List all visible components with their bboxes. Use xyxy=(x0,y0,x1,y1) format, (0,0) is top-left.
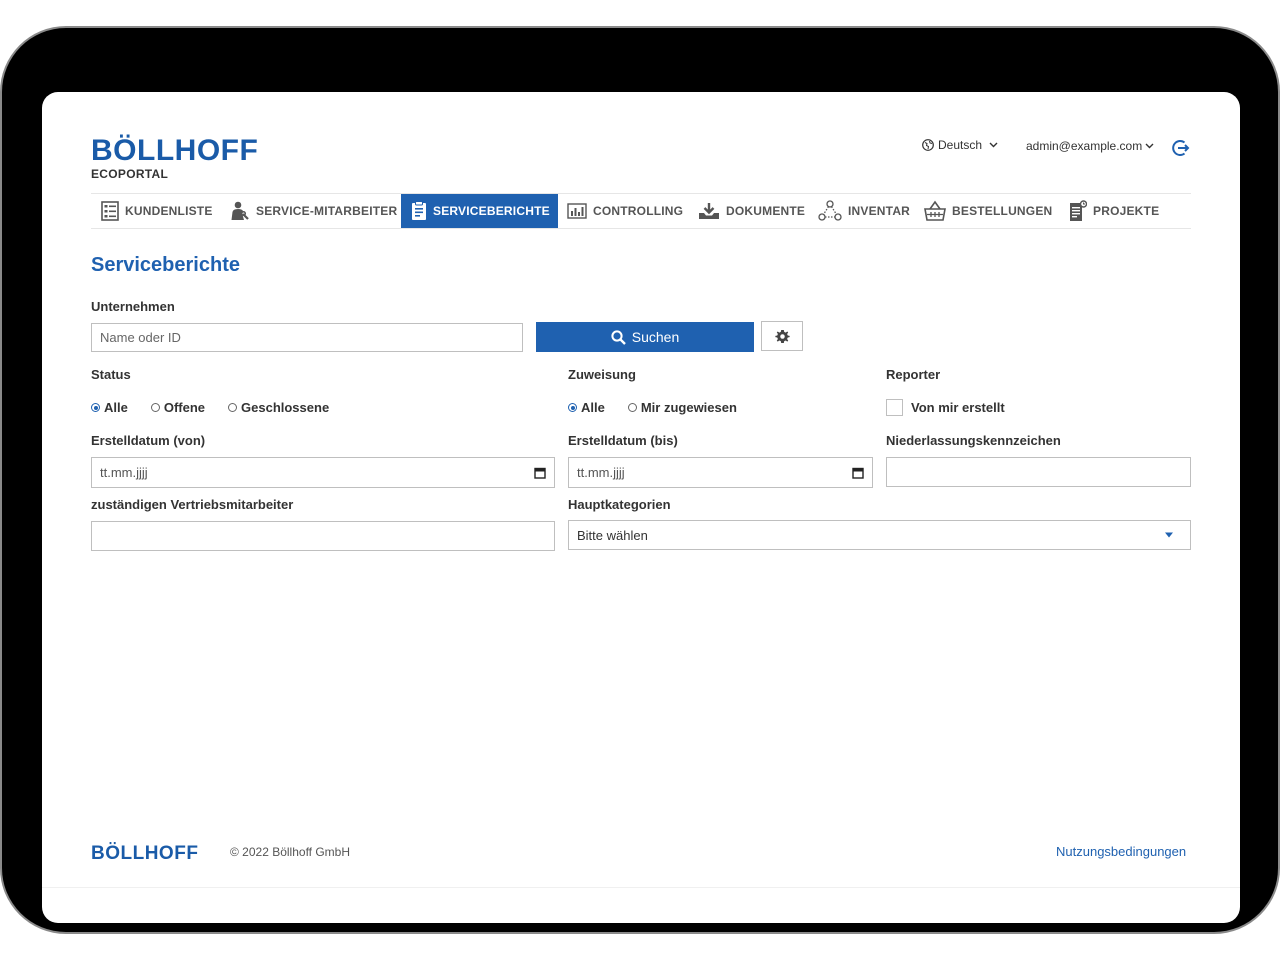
nav-item-serviceberichte[interactable]: SERVICEBERICHTE xyxy=(401,194,558,228)
network-icon xyxy=(818,200,842,221)
nav-item-controlling[interactable]: CONTROLLING xyxy=(567,194,683,228)
date-from-label: Erstelldatum (von) xyxy=(91,433,206,448)
company-search-input[interactable]: Name oder ID xyxy=(91,323,523,352)
status-radio-open[interactable] xyxy=(150,403,160,412)
nav-item-kundenliste[interactable]: KUNDENLISTE xyxy=(101,194,213,228)
nav-item-projekte[interactable]: PROJEKTE xyxy=(1069,194,1159,228)
search-icon xyxy=(611,329,626,345)
copyright-text: © 2022 Böllhoff GmbH xyxy=(230,845,351,859)
logout-icon xyxy=(1172,140,1190,156)
status-radio-all[interactable] xyxy=(91,403,100,412)
date-from-value: tt.mm.jjjj xyxy=(100,465,148,480)
nav-item-service-mitarbeiter[interactable]: SERVICE-MITARBEITER xyxy=(230,194,397,228)
status-radio-closed[interactable] xyxy=(228,403,238,412)
user-menu[interactable]: admin@example.com xyxy=(1026,139,1154,153)
main-nav: KUNDENLISTE SERVICE-MITARBEITER SERVICEB… xyxy=(91,193,1191,229)
brand-subtitle: ECOPORTAL xyxy=(91,167,169,181)
basket-icon xyxy=(924,200,946,221)
chevron-down-icon xyxy=(1145,143,1154,149)
company-label: Unternehmen xyxy=(91,299,175,314)
reporter-checkbox[interactable] xyxy=(886,399,903,416)
language-selector[interactable]: Deutsch xyxy=(922,138,998,152)
assignment-radio-mine[interactable] xyxy=(627,403,637,412)
worker-icon xyxy=(231,201,249,220)
user-email: admin@example.com xyxy=(1026,139,1143,153)
nav-label: PROJEKTE xyxy=(1093,204,1160,218)
assignment-option-label: Alle xyxy=(581,400,605,415)
chevron-down-icon xyxy=(989,142,998,148)
nav-label: SERVICE-MITARBEITER xyxy=(256,204,398,218)
nav-item-inventar[interactable]: INVENTAR xyxy=(818,194,910,228)
status-label: Status xyxy=(91,367,131,382)
nav-label: SERVICEBERICHTE xyxy=(433,204,550,218)
project-icon xyxy=(1070,200,1087,221)
caret-down-icon xyxy=(1165,532,1173,538)
nav-label: BESTELLUNGEN xyxy=(952,204,1053,218)
nav-label: DOKUMENTE xyxy=(726,204,806,218)
assignment-radio-group: Alle Mir zugewiesen xyxy=(568,400,737,415)
nav-item-bestellungen[interactable]: BESTELLUNGEN xyxy=(924,194,1052,228)
chart-icon xyxy=(567,203,587,219)
report-icon xyxy=(412,201,426,220)
nav-label: INVENTAR xyxy=(848,204,911,218)
status-option-label: Alle xyxy=(104,400,128,415)
nav-label: CONTROLLING xyxy=(593,204,684,218)
category-select-value: Bitte wählen xyxy=(577,527,648,543)
assignment-radio-all[interactable] xyxy=(568,403,577,412)
footer-logo[interactable]: BÖLLHOFF xyxy=(91,843,198,865)
language-label: Deutsch xyxy=(938,138,983,152)
page-title: Serviceberichte xyxy=(91,254,240,276)
globe-icon xyxy=(922,139,934,151)
status-option-label: Geschlossene xyxy=(241,400,330,415)
brand-wordmark: BÖLLHOFF xyxy=(91,134,259,167)
list-icon xyxy=(101,201,119,221)
date-from-input[interactable]: tt.mm.jjjj xyxy=(91,457,555,488)
search-button-label: Suchen xyxy=(631,329,680,345)
status-option-label: Offene xyxy=(163,400,206,415)
calendar-icon[interactable] xyxy=(852,467,864,479)
logout-button[interactable] xyxy=(1170,138,1190,158)
assignment-label: Zuweisung xyxy=(568,367,636,382)
reporter-option-label: Von mir erstellt xyxy=(911,400,1005,415)
date-to-label: Erstelldatum (bis) xyxy=(568,433,678,448)
terms-link[interactable]: Nutzungsbedingungen xyxy=(1056,844,1186,859)
nav-item-dokumente[interactable]: DOKUMENTE xyxy=(698,194,805,228)
branch-input[interactable] xyxy=(886,457,1191,487)
screen: BÖLLHOFF ECOPORTAL Deutsch admin@example… xyxy=(42,92,1240,923)
brand-logo[interactable]: BÖLLHOFF ECOPORTAL xyxy=(91,134,259,182)
footer-divider xyxy=(42,887,1240,888)
tablet-frame: BÖLLHOFF ECOPORTAL Deutsch admin@example… xyxy=(2,28,1278,932)
category-label: Hauptkategorien xyxy=(568,497,671,512)
date-to-input[interactable]: tt.mm.jjjj xyxy=(568,457,873,488)
category-select[interactable]: Bitte wählen xyxy=(568,520,1191,550)
sales-rep-input[interactable] xyxy=(91,521,555,551)
reporter-label: Reporter xyxy=(886,367,941,382)
branch-label: Niederlassungskennzeichen xyxy=(886,433,1061,448)
search-button[interactable]: Suchen xyxy=(536,322,754,352)
assignment-option-label: Mir zugewiesen xyxy=(640,400,737,415)
gear-icon xyxy=(774,329,790,343)
calendar-icon[interactable] xyxy=(534,467,546,479)
reporter-checkbox-row: Von mir erstellt xyxy=(886,399,1005,416)
download-icon xyxy=(699,203,719,219)
sales-rep-label: zuständigen Vertriebsmitarbeiter xyxy=(91,497,294,512)
settings-button[interactable] xyxy=(761,321,803,351)
nav-label: KUNDENLISTE xyxy=(125,204,213,218)
status-radio-group: Alle Offene Geschlossene xyxy=(91,400,329,415)
date-to-value: tt.mm.jjjj xyxy=(577,465,625,480)
